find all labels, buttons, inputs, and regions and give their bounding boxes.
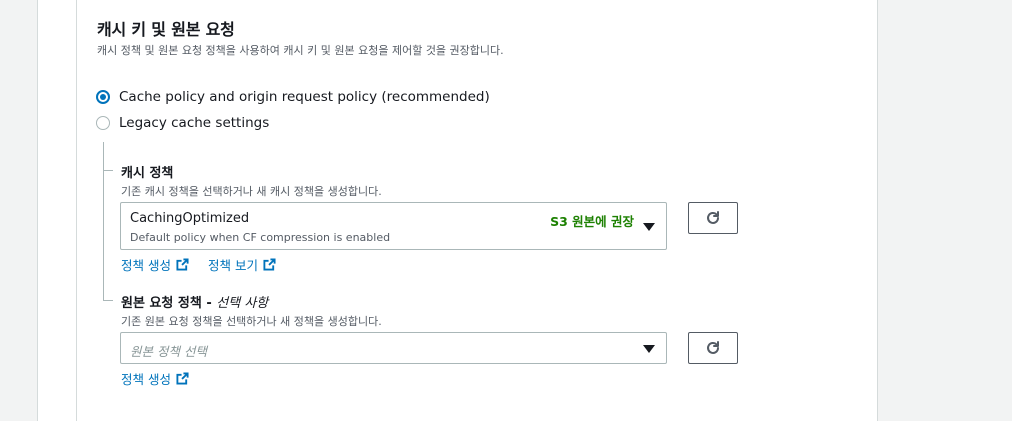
origin-request-policy-label-text: 원본 요청 정책 - — [121, 296, 217, 311]
link-label: 정책 생성 — [121, 258, 171, 273]
cache-policy-select[interactable]: CachingOptimized Default policy when CF … — [120, 202, 667, 250]
section-description: 캐시 정책 및 원본 요청 정책을 사용하여 캐시 키 및 원본 요청을 제어할… — [97, 44, 504, 57]
create-cache-policy-link[interactable]: 정책 생성 — [121, 255, 189, 274]
optional-label: 선택 사항 — [216, 296, 269, 311]
external-link-icon — [176, 258, 189, 271]
tree-branch — [103, 300, 113, 301]
radio-cache-policy[interactable]: Cache policy and origin request policy (… — [96, 89, 490, 105]
tree-branch — [103, 170, 113, 171]
refresh-icon — [707, 341, 719, 354]
origin-policy-refresh-button[interactable] — [688, 332, 738, 364]
caret-down-icon — [643, 345, 655, 353]
cache-policy-selected-value: CachingOptimized — [130, 211, 250, 226]
section-title: 캐시 키 및 원본 요청 — [97, 20, 235, 39]
radio-label: Cache policy and origin request policy (… — [119, 89, 490, 105]
origin-policy-placeholder: 원본 정책 선택 — [130, 344, 207, 359]
external-link-icon — [263, 258, 276, 271]
tree-connector — [103, 142, 104, 300]
cache-policy-refresh-button[interactable] — [688, 202, 738, 234]
caret-down-icon — [643, 223, 655, 231]
origin-request-policy-select[interactable]: 원본 정책 선택 — [120, 332, 667, 364]
radio-unselected-icon[interactable] — [96, 116, 110, 130]
external-link-icon — [176, 372, 189, 385]
cache-policy-selected-description: Default policy when CF compression is en… — [130, 231, 391, 244]
link-label: 정책 보기 — [208, 258, 258, 273]
refresh-icon — [707, 211, 719, 224]
cache-policy-label: 캐시 정책 — [121, 166, 174, 181]
cache-policy-description: 기존 캐시 정책을 선택하거나 새 캐시 정책을 생성합니다. — [121, 185, 382, 198]
recommended-badge: S3 원본에 권장 — [550, 214, 634, 229]
origin-request-policy-label: 원본 요청 정책 - 선택 사항 — [121, 292, 268, 311]
radio-selected-icon[interactable] — [96, 90, 110, 104]
origin-request-policy-description: 기존 원본 요청 정책을 선택하거나 새 정책을 생성합니다. — [121, 315, 382, 328]
radio-legacy-cache[interactable]: Legacy cache settings — [96, 115, 269, 131]
create-origin-policy-link[interactable]: 정책 생성 — [121, 369, 189, 388]
link-label: 정책 생성 — [121, 372, 171, 387]
view-cache-policy-link[interactable]: 정책 보기 — [208, 255, 276, 274]
radio-label: Legacy cache settings — [119, 115, 270, 131]
